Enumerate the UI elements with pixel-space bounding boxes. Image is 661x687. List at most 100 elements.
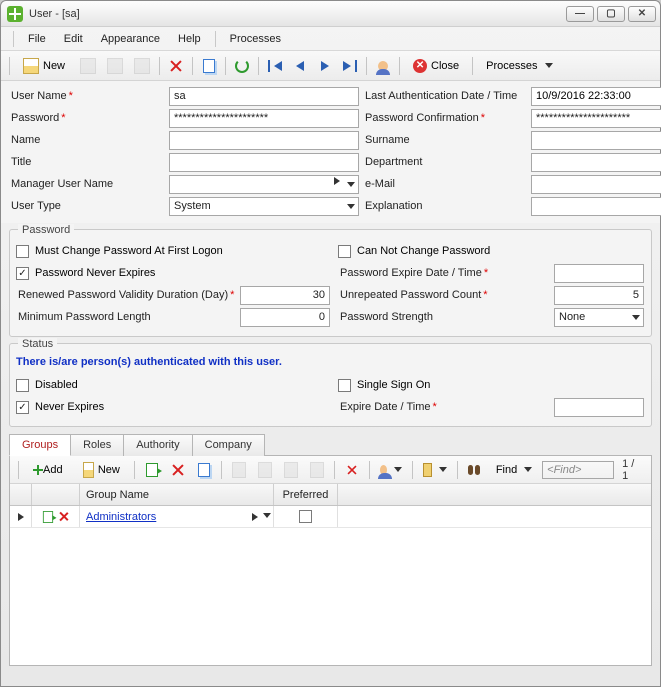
row-indicator <box>10 506 32 527</box>
status-expire-input[interactable] <box>554 398 644 417</box>
groups-user-button[interactable] <box>376 459 406 481</box>
copy-icon <box>203 59 215 73</box>
maximize-button[interactable]: ▢ <box>597 6 625 22</box>
status-never-expires-checkbox[interactable]: ✓ Never Expires <box>16 401 104 414</box>
menu-appearance[interactable]: Appearance <box>93 30 168 48</box>
close-button[interactable]: ✕ Close <box>405 55 467 77</box>
cannot-change-checkbox[interactable]: Can Not Change Password <box>338 245 490 258</box>
never-expires-checkbox[interactable]: ✓ Password Never Expires <box>16 267 155 280</box>
col-preferred[interactable]: Preferred <box>274 484 338 505</box>
groups-outdent-button[interactable] <box>254 459 276 481</box>
explanation-input[interactable] <box>531 197 661 216</box>
user-name-input[interactable] <box>169 87 359 106</box>
new-icon <box>83 462 94 478</box>
groups-goto-button[interactable] <box>141 459 163 481</box>
nav-prev-icon <box>296 61 304 71</box>
tab-authority[interactable]: Authority <box>123 434 192 456</box>
print-button[interactable] <box>130 55 154 77</box>
manager-combo[interactable] <box>169 175 359 194</box>
row-delete-icon[interactable] <box>58 511 69 522</box>
password-conf-label: Password Confirmation* <box>363 112 527 124</box>
tab-company[interactable]: Company <box>192 434 265 456</box>
col-group-name[interactable]: Group Name <box>80 484 274 505</box>
department-label: Department <box>363 156 527 168</box>
row-goto-icon[interactable] <box>43 511 53 523</box>
pw-expire-input[interactable] <box>554 264 644 283</box>
tab-roles[interactable]: Roles <box>70 434 124 456</box>
col-indicator <box>10 484 32 505</box>
save-all-icon <box>107 58 123 74</box>
strength-combo[interactable]: None <box>554 308 644 327</box>
plus-icon <box>33 465 39 475</box>
email-label: e-Mail <box>363 178 527 190</box>
chevron-down-icon <box>342 177 356 191</box>
email-input[interactable] <box>531 175 661 194</box>
must-change-checkbox[interactable]: Must Change Password At First Logon <box>16 245 223 258</box>
table-row[interactable]: Administrators <box>10 506 651 528</box>
groups-down-button[interactable] <box>306 459 328 481</box>
row-preferred-cell[interactable] <box>274 506 338 527</box>
delete-button[interactable] <box>165 55 187 77</box>
chevron-down-icon <box>394 467 402 472</box>
groups-panel: Add New Find <box>9 456 652 666</box>
password-input[interactable] <box>169 109 359 128</box>
processes-button[interactable]: Processes <box>478 55 560 77</box>
remove-icon <box>347 464 358 475</box>
name-input[interactable] <box>169 131 359 150</box>
status-message: There is/are person(s) authenticated wit… <box>16 354 645 374</box>
groups-paste-button[interactable] <box>419 459 451 481</box>
title-input[interactable] <box>169 153 359 172</box>
status-legend: Status <box>18 338 57 350</box>
surname-label: Surname <box>363 134 527 146</box>
bar-icon2 <box>355 60 357 72</box>
save-button[interactable] <box>76 55 100 77</box>
surname-input[interactable] <box>531 131 661 150</box>
menu-edit[interactable]: Edit <box>56 30 91 48</box>
groups-remove-button[interactable] <box>341 459 363 481</box>
refresh-icon <box>235 59 249 73</box>
groups-grid-body: Administrators <box>10 506 651 665</box>
menu-processes[interactable]: Processes <box>222 30 289 48</box>
user-button[interactable] <box>372 55 394 77</box>
unrepeated-input[interactable] <box>554 286 644 305</box>
groups-binoc-button[interactable] <box>464 459 486 481</box>
menu-help[interactable]: Help <box>170 30 209 48</box>
groups-indent-button[interactable] <box>228 459 250 481</box>
close-window-button[interactable]: ✕ <box>628 6 656 22</box>
groups-add-button[interactable]: Add <box>25 459 71 481</box>
nav-first-button[interactable] <box>264 55 286 77</box>
new-button[interactable]: New <box>15 55 73 77</box>
department-input[interactable] <box>531 153 661 172</box>
menu-file[interactable]: File <box>20 30 54 48</box>
disabled-checkbox[interactable]: Disabled <box>16 379 78 392</box>
refresh-button[interactable] <box>231 55 253 77</box>
groups-up-button[interactable] <box>280 459 302 481</box>
groups-copy-button[interactable] <box>193 459 215 481</box>
min-len-input[interactable] <box>240 308 330 327</box>
groups-delete-button[interactable] <box>167 459 189 481</box>
save-all-button[interactable] <box>103 55 127 77</box>
groups-find-input[interactable]: <Find> <box>542 461 614 479</box>
up-icon <box>284 462 298 478</box>
app-icon <box>7 6 23 22</box>
print-icon <box>134 58 150 74</box>
groups-grid-header: Group Name Preferred <box>10 484 651 506</box>
processes-label: Processes <box>486 60 537 72</box>
nav-next-button[interactable] <box>314 55 336 77</box>
row-group-name[interactable]: Administrators <box>86 511 156 523</box>
renewed-input[interactable] <box>240 286 330 305</box>
nav-prev-button[interactable] <box>289 55 311 77</box>
groups-find-button[interactable]: Find <box>490 459 538 481</box>
chevron-down-icon <box>545 63 553 68</box>
status-expire-label: Expire Date / Time* <box>338 401 554 413</box>
copy-button[interactable] <box>198 55 220 77</box>
tab-groups[interactable]: Groups <box>9 434 71 456</box>
nav-last-button[interactable] <box>339 55 361 77</box>
groups-new-button[interactable]: New <box>75 459 128 481</box>
password-conf-input[interactable] <box>531 109 661 128</box>
row-group-name-cell[interactable]: Administrators <box>80 506 274 527</box>
sso-checkbox[interactable]: Single Sign On <box>338 379 430 392</box>
user-type-combo[interactable]: System <box>169 197 359 216</box>
minimize-button[interactable]: — <box>566 6 594 22</box>
chevron-down-icon <box>342 199 356 213</box>
